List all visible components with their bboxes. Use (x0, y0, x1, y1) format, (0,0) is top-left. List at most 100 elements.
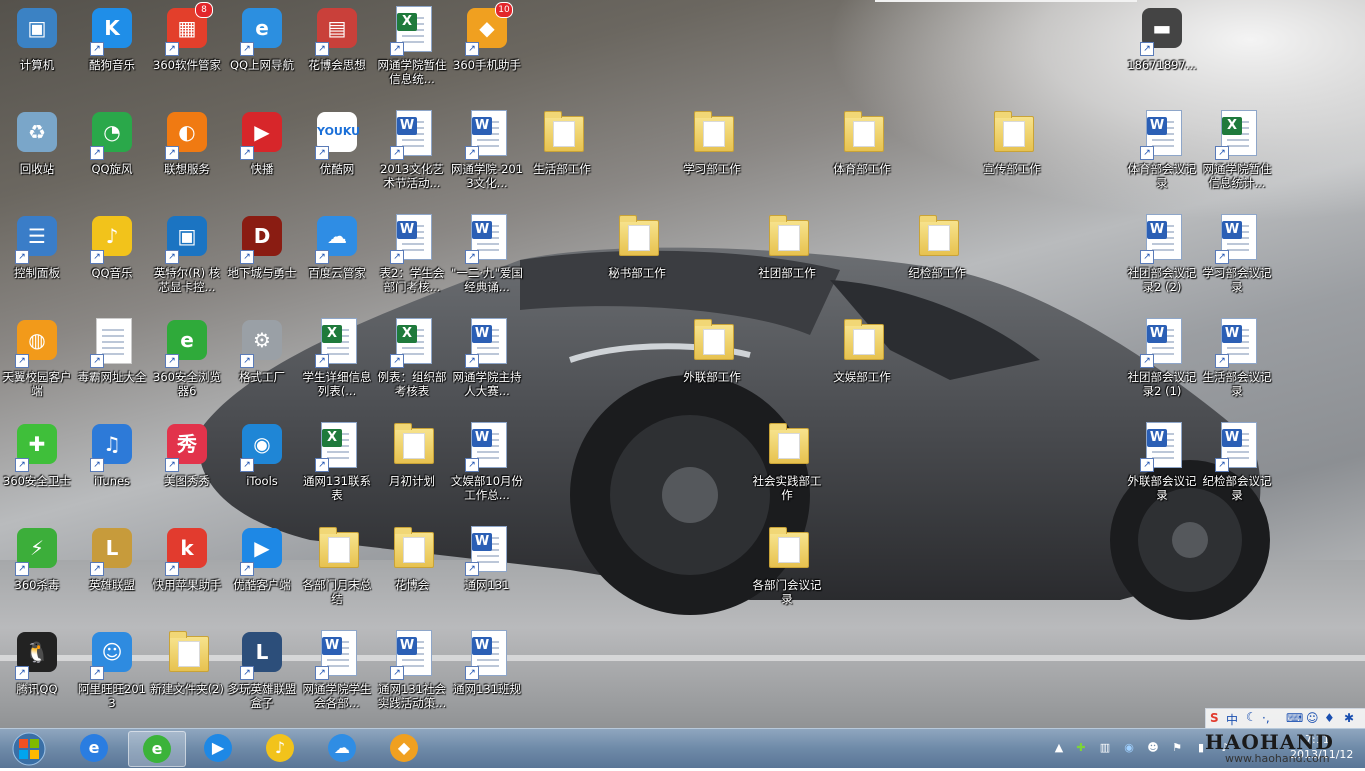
desktop-icon[interactable]: 🐧 ↗ 腾讯QQ (0, 630, 74, 696)
desktop-icon[interactable]: ▣ 计算机 (0, 6, 74, 72)
tray-tool-icon[interactable]: ▥ (1098, 741, 1112, 755)
desktop-icon[interactable]: W ↗ 通网131社会实践活动策... (375, 630, 449, 710)
word-document-icon: W ↗ (388, 214, 436, 264)
desktop-icon[interactable]: W ↗ 表2：学生会部门考核... (375, 214, 449, 294)
user-icon[interactable]: ☺ (1306, 711, 1319, 725)
desktop-icon[interactable]: 社团部工作 (750, 214, 824, 280)
desktop-icon[interactable]: 体育部工作 (825, 110, 899, 176)
skin-icon[interactable]: ♦ (1324, 711, 1335, 725)
desktop-icon[interactable]: ☰ ↗ 控制面板 (0, 214, 74, 280)
tray-flag-icon[interactable]: ⚑ (1170, 741, 1184, 755)
desktop-icon[interactable]: e ↗ 360安全浏览器6 (150, 318, 224, 398)
ime-mode-label[interactable]: 中 (1226, 711, 1238, 728)
desktop-icon[interactable]: ▶ ↗ 快播 (225, 110, 299, 176)
desktop-icon[interactable]: 月初计划 (375, 422, 449, 488)
punctuation-icon[interactable]: ·, (1262, 711, 1270, 725)
app-icon: ▶ ↗ (238, 110, 286, 160)
desktop-icon[interactable]: X ↗ 通网131联系表 (300, 422, 374, 502)
shortcut-arrow-icon: ↗ (315, 42, 329, 56)
desktop-icon[interactable]: 新建文件夹(2) (150, 630, 224, 696)
desktop-icon[interactable]: ◍ ↗ 天翼校园客户端 (0, 318, 74, 398)
desktop-icon[interactable]: ◔ ↗ QQ旋风 (75, 110, 149, 176)
desktop-icon[interactable]: ▶ ↗ 优酷客户端 (225, 526, 299, 592)
desktop-icon[interactable]: ◉ ↗ iTools (225, 422, 299, 488)
desktop-icon[interactable]: 秘书部工作 (600, 214, 674, 280)
desktop-icon[interactable]: W ↗ 2013文化艺术节活动... (375, 110, 449, 190)
tray-360-icon[interactable]: ✚ (1074, 741, 1088, 755)
desktop-icon[interactable]: W ↗ "一二·九"爱国经典诵... (450, 214, 524, 294)
desktop-icon[interactable]: 社会实践部工作 (750, 422, 824, 502)
desktop-icon[interactable]: X ↗ 学生详细信息列表(... (300, 318, 374, 398)
desktop-icon[interactable]: W ↗ 纪检部会议记录 (1200, 422, 1274, 502)
desktop-icon[interactable]: W ↗ 通网131 (450, 526, 524, 592)
taskbar-button-qqmusic[interactable]: ♪ (252, 731, 308, 765)
desktop-icon[interactable]: 花博会 (375, 526, 449, 592)
desktop-icon[interactable]: YOUKU ↗ 优酷网 (300, 110, 374, 176)
taskbar-button-360browser[interactable]: e (128, 731, 186, 767)
desktop-icon[interactable]: ↗ 毒霸网址大全 (75, 318, 149, 384)
taskbar-button-360-assistant[interactable]: ◆ (376, 731, 432, 765)
start-button[interactable] (6, 731, 54, 767)
sogou-icon[interactable]: S (1210, 711, 1219, 725)
keyboard-icon[interactable]: ⌨ (1286, 711, 1303, 725)
desktop-icon[interactable]: 文娱部工作 (825, 318, 899, 384)
desktop-icon[interactable]: W ↗ 网通学院-2013文化... (450, 110, 524, 190)
desktop-icon[interactable]: ◆ ↗ 10 360手机助手 (450, 2, 524, 72)
desktop-icon[interactable]: ▦ ↗ 8 360软件管家 (150, 2, 224, 72)
desktop-icon[interactable]: 生活部工作 (525, 110, 599, 176)
shortcut-arrow-icon: ↗ (1140, 354, 1154, 368)
shortcut-arrow-icon: ↗ (90, 562, 104, 576)
desktop-icon[interactable]: k ↗ 快用苹果助手 (150, 526, 224, 592)
desktop-icon[interactable]: 秀 ↗ 美图秀秀 (150, 422, 224, 488)
desktop-icon[interactable]: W ↗ 网通学院主持人大赛... (450, 318, 524, 398)
desktop-icon[interactable]: X ↗ 例表：组织部考核表 (375, 318, 449, 398)
desktop-icon[interactable]: ☺ ↗ 阿里旺旺2013 (75, 630, 149, 710)
tools-icon[interactable]: ✱ (1344, 711, 1354, 725)
folder-icon (688, 318, 736, 366)
desktop-icon[interactable]: W ↗ 文娱部10月份工作总... (450, 422, 524, 502)
desktop-icon[interactable]: W ↗ 社团部会议记录2 (1) (1125, 318, 1199, 398)
tray-qq-icon[interactable]: ☻ (1146, 741, 1160, 755)
desktop-icon[interactable]: ▣ ↗ 英特尔(R) 核芯显卡控... (150, 214, 224, 294)
taskbar-button-baidu-cloud[interactable]: ☁ (314, 731, 370, 765)
desktop-icon[interactable]: 学习部工作 (675, 110, 749, 176)
desktop-icon[interactable]: ♻ 回收站 (0, 110, 74, 176)
desktop-icon[interactable]: 外联部工作 (675, 318, 749, 384)
taskbar-button-media-player[interactable]: ▶ (190, 731, 246, 765)
desktop-icon[interactable]: W ↗ 通网131班规 (450, 630, 524, 696)
desktop-icon[interactable]: K ↗ 酷狗音乐 (75, 6, 149, 72)
desktop-icon[interactable]: e ↗ QQ上网导航 (225, 6, 299, 72)
shortcut-arrow-icon: ↗ (1215, 458, 1229, 472)
desktop-icon[interactable]: X ↗ 网通学院暂住信息统... (375, 6, 449, 86)
desktop-icon[interactable]: 各部门会议记录 (750, 526, 824, 606)
desktop-icon[interactable]: ⚙ ↗ 格式工厂 (225, 318, 299, 384)
desktop-icon[interactable]: 纪检部工作 (900, 214, 974, 280)
desktop-icon[interactable]: W ↗ 网通学院学生会各部... (300, 630, 374, 710)
desktop-icon[interactable]: W ↗ 社团部会议记录2 (2) (1125, 214, 1199, 294)
desktop-icon[interactable]: ▬ ↗ 18671897... (1125, 6, 1199, 72)
tray-network-icon[interactable]: ◉ (1122, 741, 1136, 755)
taskbar-button-ie[interactable]: e (66, 731, 122, 765)
desktop-icon[interactable]: ⚡ ↗ 360杀毒 (0, 526, 74, 592)
desktop-icon[interactable]: W ↗ 生活部会议记录 (1200, 318, 1274, 398)
desktop-icon[interactable]: L ↗ 英雄联盟 (75, 526, 149, 592)
notification-badge: 8 (195, 2, 213, 18)
desktop-icon[interactable]: 各部门月末总结 (300, 526, 374, 606)
desktop-icon[interactable]: W ↗ 外联部会议记录 (1125, 422, 1199, 502)
desktop-icon[interactable]: ▤ ↗ 花博会思想 (300, 6, 374, 72)
moon-icon[interactable]: ☾ (1246, 710, 1257, 724)
desktop-icon[interactable]: ♪ ↗ QQ音乐 (75, 214, 149, 280)
tray-expand-icon[interactable]: ▲ (1052, 741, 1066, 755)
desktop-icon[interactable]: ✚ ↗ 360安全卫士 (0, 422, 74, 488)
desktop-icon[interactable]: ♫ ↗ iTunes (75, 422, 149, 488)
desktop-icon[interactable]: D ↗ 地下城与勇士 (225, 214, 299, 280)
desktop-icon[interactable]: W ↗ 学习部会议记录 (1200, 214, 1274, 294)
desktop-icon[interactable]: X ↗ 网通学院暂住信息统计... (1200, 110, 1274, 190)
app-icon: ⚙ ↗ (238, 318, 286, 368)
desktop-icon[interactable]: ☁ ↗ 百度云管家 (300, 214, 374, 280)
desktop-icon[interactable]: 宣传部工作 (975, 110, 1049, 176)
desktop-icon[interactable]: ◐ ↗ 联想服务 (150, 110, 224, 176)
ime-toolbar[interactable]: S 中 ☾ ·, ⌨ ☺ ♦ ✱ (1205, 708, 1365, 730)
desktop-icon[interactable]: W ↗ 体育部会议记录 (1125, 110, 1199, 190)
desktop-icon[interactable]: L ↗ 多玩英雄联盟盒子 (225, 630, 299, 710)
